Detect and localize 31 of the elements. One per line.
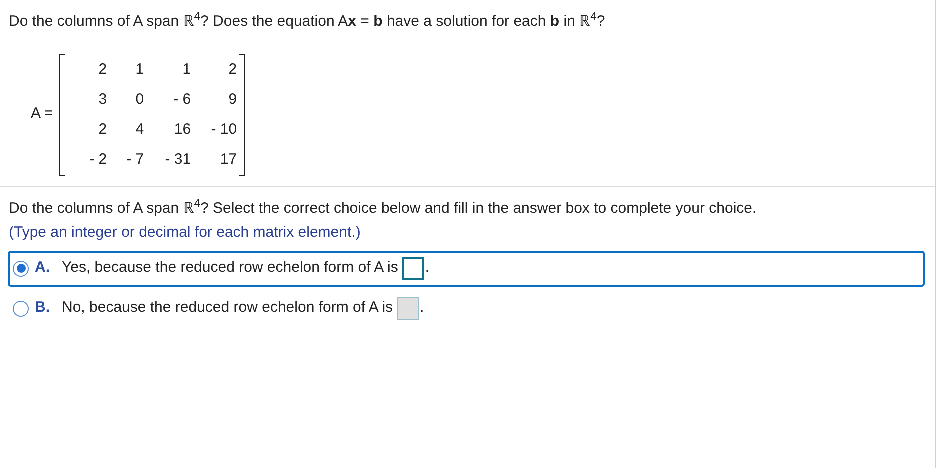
matrix-label: A = — [31, 104, 54, 124]
matrix-entry: 16 — [173, 120, 192, 140]
matrix-entry: 3 — [98, 90, 108, 110]
matrix-entry: 4 — [134, 120, 144, 140]
matrix-entry: 2 — [98, 120, 108, 140]
choice-letter: A. — [35, 258, 50, 278]
question-text: Do the columns of A span ℝ$^{4}$? Does the equation Ax = b have a solution for each b in ℝ$^{4}$? — [9, 13, 606, 30]
radio-button[interactable] — [13, 260, 29, 276]
period-text: . — [420, 298, 424, 318]
matrix-entry: 2 — [98, 60, 108, 80]
matrix-entry: 2 — [228, 60, 238, 80]
matrix-entry: - 31 — [164, 150, 192, 170]
choice-letter: B. — [35, 298, 50, 318]
choice-text: No, because the reduced row echelon form of A is — [62, 298, 394, 318]
matrix-entry: - 2 — [88, 150, 108, 170]
radio-button[interactable] — [13, 300, 29, 316]
matrix-entry: 17 — [219, 150, 238, 170]
period-text: . — [425, 258, 430, 278]
matrix-entry: - 10 — [210, 120, 238, 140]
answer-choice[interactable]: B. No, because the reduced row echelon form of A is . — [8, 290, 925, 326]
matrix-entry: - 6 — [172, 90, 192, 110]
matrix-entry: 0 — [134, 90, 144, 110]
answer-box[interactable] — [402, 257, 424, 280]
matrix-entry: - 7 — [126, 150, 144, 170]
prompt-text: Do the columns of A span ℝ$^{4}$? Select the correct choice below and fill in the answer box to complete your choice. — [9, 198, 758, 218]
matrix-entry: 1 — [134, 60, 144, 80]
choice-text: Yes, because the reduced row echelon form of A is — [62, 258, 398, 278]
answer-choice[interactable]: A. Yes, because the reduced row echelon form of A is . — [8, 250, 925, 286]
hint-text: (Type an integer or decimal for each matrix element.) — [9, 223, 362, 243]
matrix-entry: 1 — [182, 60, 192, 80]
matrix-entry: 9 — [228, 90, 238, 110]
